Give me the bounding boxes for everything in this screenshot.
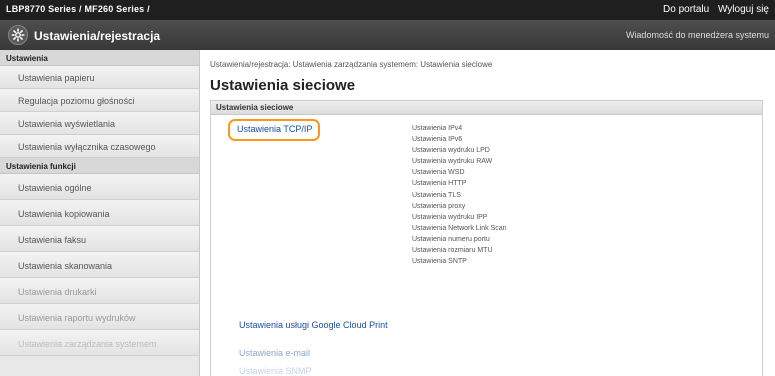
- snmp-settings-link[interactable]: Ustawienia SNMP: [239, 366, 312, 376]
- sub-setting-wsd: Ustawienia WSD: [412, 169, 465, 177]
- panel-header: Ustawienia sieciowe: [211, 101, 762, 115]
- sub-setting-http: Ustawienia HTTP: [412, 180, 467, 188]
- sub-setting-mtu: Ustawienia rozmiaru MTU: [412, 247, 493, 255]
- settings-icon: [8, 25, 28, 45]
- google-cloud-print-label: Ustawienia usługi Google Cloud Print: [239, 320, 388, 330]
- sub-setting-sntp: Ustawienia SNTP: [412, 258, 467, 266]
- sidebar-item-general[interactable]: Ustawienia ogólne: [0, 174, 199, 200]
- tcpip-settings-link[interactable]: Ustawienia TCP/IP: [228, 119, 321, 141]
- sidebar-item-paper[interactable]: Ustawienia papieru: [0, 66, 199, 89]
- network-settings-panel: Ustawienia sieciowe Ustawienia TCP/IP Us…: [210, 100, 763, 376]
- app-header: Ustawienia/rejestracja Wiadomość do mene…: [0, 20, 775, 50]
- admin-message-link[interactable]: Wiadomość do menedżera systemu: [626, 30, 769, 40]
- sidebar-item-timer[interactable]: Ustawienia wyłącznika czasowego: [0, 135, 199, 158]
- sidebar-section-functions: Ustawienia funkcji: [0, 158, 199, 174]
- top-links: Do portalu Wyloguj się: [657, 4, 769, 15]
- sub-setting-ipv4: Ustawienia IPv4: [412, 125, 463, 132]
- sub-setting-tls: Ustawienia TLS: [412, 191, 461, 199]
- top-bar: LBP8770 Series / MF260 Series / Do porta…: [0, 0, 775, 20]
- sub-setting-port-number: Ustawienia numeru portu: [412, 235, 490, 243]
- sub-setting-ipv6: Ustawienia IPv6: [412, 136, 463, 144]
- main-content: Ustawienia/rejestracja: Ustawienia zarzą…: [210, 50, 765, 376]
- sub-setting-proxy: Ustawienia proxy: [412, 202, 466, 210]
- sidebar-item-print-report[interactable]: Ustawienia raportu wydruków: [0, 304, 199, 330]
- email-settings-link[interactable]: Ustawienia e-mail: [239, 348, 310, 358]
- sub-setting-raw: Ustawienia wydruku RAW: [412, 158, 493, 166]
- tcpip-sub-settings-list: Ustawienia IPv4 Ustawienia IPv6 Ustawien…: [412, 125, 612, 269]
- sidebar-item-system-management[interactable]: Ustawienia zarządzania systemem: [0, 330, 199, 356]
- sidebar: Ustawienia Ustawienia papieru Regulacja …: [0, 50, 200, 376]
- sidebar-item-display[interactable]: Ustawienia wyświetlania: [0, 112, 199, 135]
- sidebar-item-copy[interactable]: Ustawienia kopiowania: [0, 200, 199, 226]
- device-model-label: LBP8770 Series / MF260 Series /: [6, 4, 150, 14]
- app-title: Ustawienia/rejestracja: [34, 29, 161, 43]
- sidebar-section-settings: Ustawienia: [0, 50, 199, 66]
- logout-link[interactable]: Wyloguj się: [718, 4, 769, 15]
- sub-setting-lpd: Ustawienia wydruku LPD: [412, 147, 490, 155]
- google-cloud-print-settings-link[interactable]: Ustawienia usługi Google Cloud Print: [239, 319, 399, 332]
- sidebar-item-volume[interactable]: Regulacja poziomu głośności: [0, 89, 199, 112]
- portal-link[interactable]: Do portalu: [663, 4, 709, 15]
- sub-setting-ipp: Ustawienia wydruku IPP: [412, 213, 488, 221]
- sidebar-item-fax[interactable]: Ustawienia faksu: [0, 226, 199, 252]
- page-title: Ustawienia sieciowe: [210, 77, 356, 94]
- sidebar-item-printer[interactable]: Ustawienia drukarki: [0, 278, 199, 304]
- sub-setting-network-link-scan: Ustawienia Network Link Scan: [412, 224, 507, 232]
- sidebar-item-scan[interactable]: Ustawienia skanowania: [0, 252, 199, 278]
- breadcrumb: Ustawienia/rejestracja: Ustawienia zarzą…: [210, 60, 493, 69]
